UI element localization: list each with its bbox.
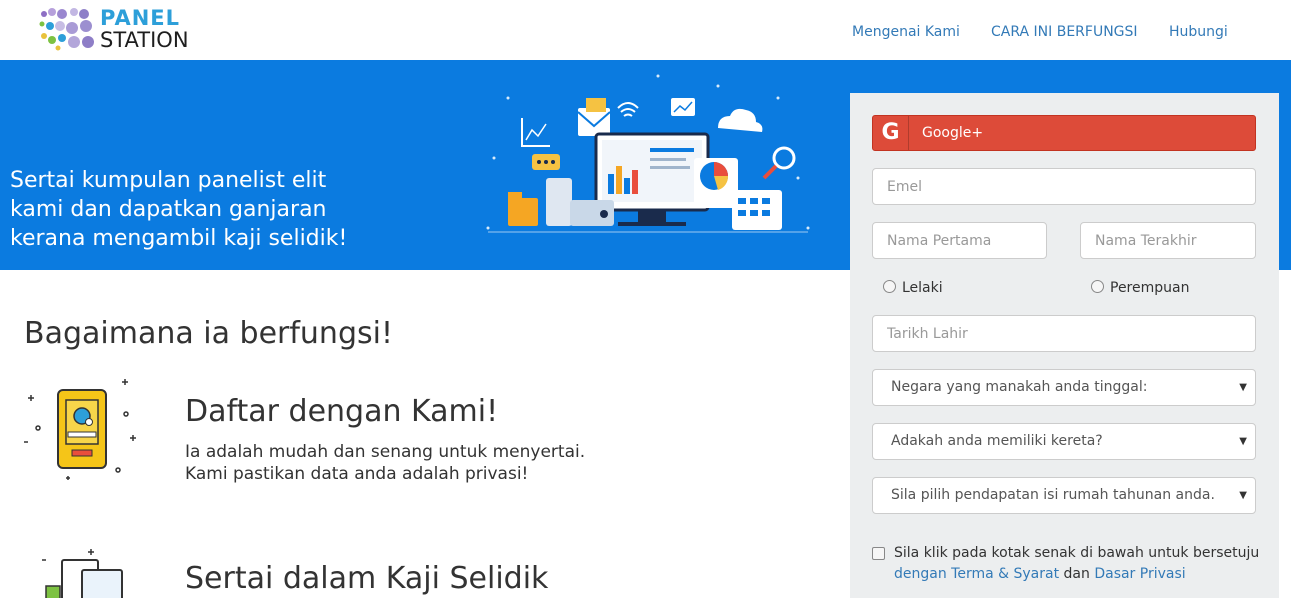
male-label: Lelaki: [902, 280, 943, 296]
step-2-title: Sertai dalam Kaji Selidik: [185, 561, 549, 596]
step-1-title: Daftar dengan Kami!: [185, 394, 499, 429]
nav-how-it-works[interactable]: CARA INI BERFUNGSI: [991, 24, 1138, 40]
hero-tagline-line-3: kerana mengambil kaji selidik!: [10, 226, 348, 251]
income-select[interactable]: Sila pilih pendapatan isi rumah tahunan …: [872, 477, 1256, 514]
gender-male-option[interactable]: Lelaki: [883, 280, 943, 296]
hero-tagline: Sertai kumpulan panelist elit kami dan d…: [10, 166, 410, 253]
chevron-down-icon: ▼: [1239, 490, 1247, 501]
gender-female-option[interactable]: Perempuan: [1091, 280, 1189, 296]
income-select-value: Sila pilih pendapatan isi rumah tahunan …: [891, 487, 1215, 503]
nav-about-us[interactable]: Mengenai Kami: [852, 24, 960, 40]
terms-agreement-text: Sila klik pada kotak senak di bawah untu…: [894, 543, 1274, 585]
car-select-value: Adakah anda memiliki kereta?: [891, 433, 1103, 449]
hero-tagline-line-1: Sertai kumpulan panelist elit: [10, 168, 327, 193]
terms-link[interactable]: dengan Terma & Syarat: [894, 566, 1059, 582]
google-button-label: Google+: [922, 125, 984, 141]
google-signin-button[interactable]: G Google+: [872, 115, 1256, 151]
country-select-value: Negara yang manakah anda tinggal:: [891, 379, 1148, 395]
first-name-field[interactable]: [872, 222, 1047, 259]
panel-station-logo[interactable]: PANEL STATION: [38, 6, 198, 54]
car-select[interactable]: Adakah anda memiliki kereta? ▼: [872, 423, 1256, 460]
nav-contact[interactable]: Hubungi: [1169, 24, 1228, 40]
country-select[interactable]: Negara yang manakah anda tinggal: ▼: [872, 369, 1256, 406]
last-name-field[interactable]: [1080, 222, 1256, 259]
female-radio[interactable]: [1091, 280, 1104, 293]
logo-text-panel: PANEL: [100, 6, 181, 30]
date-of-birth-field[interactable]: [872, 315, 1256, 352]
terms-checkbox[interactable]: [872, 547, 885, 560]
agree-text: Sila klik pada kotak senak di bawah untu…: [894, 545, 1260, 561]
how-it-works-heading: Bagaimana ia berfungsi!: [24, 316, 393, 351]
register-phone-icon: [24, 379, 136, 480]
step-1-desc-line-1: Ia adalah mudah dan senang untuk menyert…: [185, 442, 586, 462]
site-header: PANEL STATION Mengenai Kami CARA INI BER…: [0, 0, 1291, 60]
hero-tagline-line-2: kami dan dapatkan ganjaran: [10, 197, 327, 222]
hero-illustration: [486, 74, 810, 233]
google-g-icon: G: [873, 116, 909, 150]
signup-form-panel: G Google+ Lelaki Perempuan Negara yang m…: [850, 93, 1279, 598]
chevron-down-icon: ▼: [1239, 382, 1247, 393]
logo-text-station: STATION: [100, 28, 189, 52]
email-field[interactable]: [872, 168, 1256, 205]
agree-and: dan: [1063, 566, 1090, 582]
step-1-description: Ia adalah mudah dan senang untuk menyert…: [185, 441, 585, 485]
privacy-link[interactable]: Dasar Privasi: [1094, 566, 1185, 582]
logo-dots-icon: [39, 8, 94, 51]
female-label: Perempuan: [1110, 280, 1190, 296]
male-radio[interactable]: [883, 280, 896, 293]
step-1-desc-line-2: Kami pastikan data anda adalah privasi!: [185, 464, 529, 484]
chevron-down-icon: ▼: [1239, 436, 1247, 447]
survey-document-icon: [42, 549, 123, 598]
